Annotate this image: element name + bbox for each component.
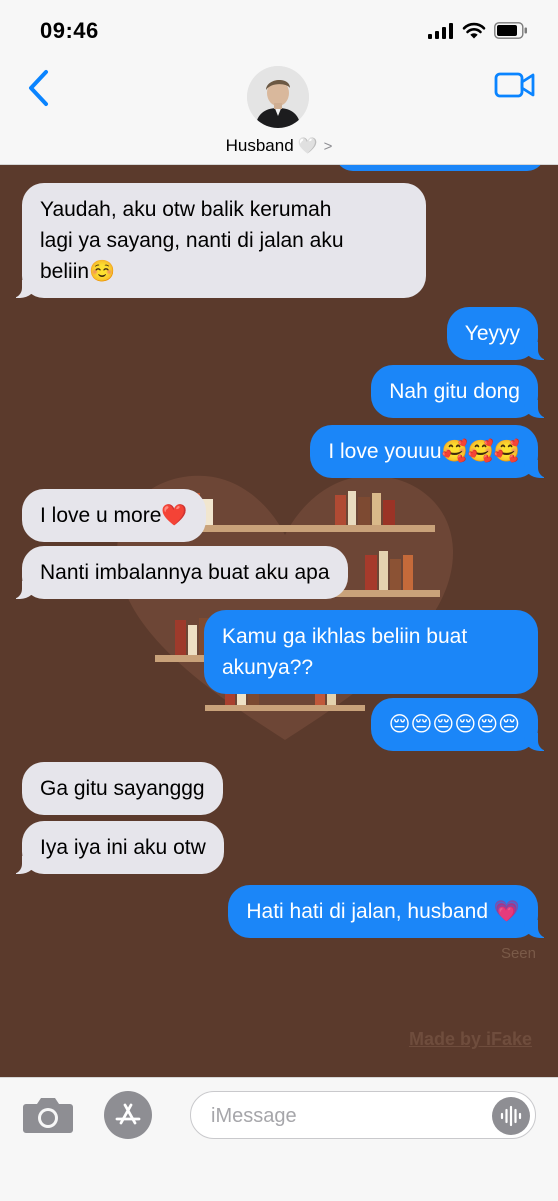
message-text: Yaudah, aku otw balik kerumah lagi ya sa… xyxy=(40,198,344,283)
contact-avatar[interactable] xyxy=(247,66,309,128)
message-text: Iya iya ini aku otw xyxy=(40,836,206,859)
video-camera-icon xyxy=(494,72,535,98)
message-bubble-incoming[interactable]: Ga gitu sayanggg xyxy=(22,762,223,815)
camera-icon xyxy=(23,1098,73,1133)
read-receipt-label: Seen xyxy=(500,945,536,962)
message-input-bar xyxy=(0,1077,558,1201)
message-text: Nanti imbalannya buat aku apa xyxy=(40,561,330,584)
conversation-header: Husband 🤍 > xyxy=(0,60,558,165)
message-text: Kamu ga ikhlas beliin buat akunya?? xyxy=(222,625,468,679)
contact-name-button[interactable]: Husband 🤍 > xyxy=(0,136,558,156)
audio-waveform-icon xyxy=(500,1105,522,1127)
message-text: I love u more❤️ xyxy=(40,504,188,527)
message-bubble-outgoing[interactable]: Yeyyy xyxy=(446,307,549,360)
message-bubble-outgoing-partial[interactable] xyxy=(335,165,545,171)
app-store-button[interactable] xyxy=(104,1091,152,1139)
message-bubble-outgoing[interactable]: 😔😔😔😔😔😔 xyxy=(370,698,549,751)
chat-area[interactable]: Yaudah, aku otw balik kerumah lagi ya sa… xyxy=(0,165,558,1077)
message-field[interactable] xyxy=(190,1091,536,1139)
message-bubble-incoming[interactable]: Iya iya ini aku otw xyxy=(12,821,224,874)
status-bar: 09:46 xyxy=(0,0,558,60)
message-bubble-outgoing[interactable]: Kamu ga ikhlas beliin buat akunya?? xyxy=(204,610,538,694)
wifi-icon xyxy=(462,22,486,39)
message-text: I love youuu🥰🥰🥰 xyxy=(328,440,520,463)
watermark-link[interactable]: Made by iFake xyxy=(409,1029,532,1050)
facetime-video-button[interactable] xyxy=(494,70,536,100)
message-text: Nah gitu dong xyxy=(389,380,520,403)
message-bubble-incoming[interactable]: I love u more❤️ xyxy=(22,489,206,542)
avatar-photo xyxy=(247,66,309,128)
chevron-right-icon: > xyxy=(323,137,333,155)
message-text: Hati hati di jalan, husband 💗 xyxy=(246,900,520,923)
status-icons xyxy=(428,22,528,39)
contact-name: Husband xyxy=(225,136,294,155)
signal-icon xyxy=(428,22,453,39)
battery-icon xyxy=(494,22,527,39)
app-store-icon xyxy=(115,1103,141,1125)
message-text: 😔😔😔😔😔😔 xyxy=(388,713,520,736)
message-bubble-incoming[interactable]: Yaudah, aku otw balik kerumah lagi ya sa… xyxy=(12,183,426,298)
status-time: 09:46 xyxy=(40,18,99,43)
camera-button[interactable] xyxy=(22,1094,74,1134)
audio-message-button[interactable] xyxy=(492,1097,530,1135)
message-text: Yeyyy xyxy=(464,322,520,345)
message-bubble-outgoing[interactable]: I love youuu🥰🥰🥰 xyxy=(310,425,548,478)
back-chevron-icon xyxy=(29,70,48,106)
message-text: Ga gitu sayanggg xyxy=(40,777,205,800)
white-heart-icon: 🤍 xyxy=(297,138,318,155)
message-bubble-outgoing[interactable]: Nah gitu dong xyxy=(371,365,548,418)
message-bubble-incoming[interactable]: Nanti imbalannya buat aku apa xyxy=(12,546,348,599)
message-bubble-outgoing[interactable]: Hati hati di jalan, husband 💗 xyxy=(228,885,548,938)
back-button[interactable] xyxy=(18,68,58,108)
imessage-input[interactable] xyxy=(209,1100,483,1132)
